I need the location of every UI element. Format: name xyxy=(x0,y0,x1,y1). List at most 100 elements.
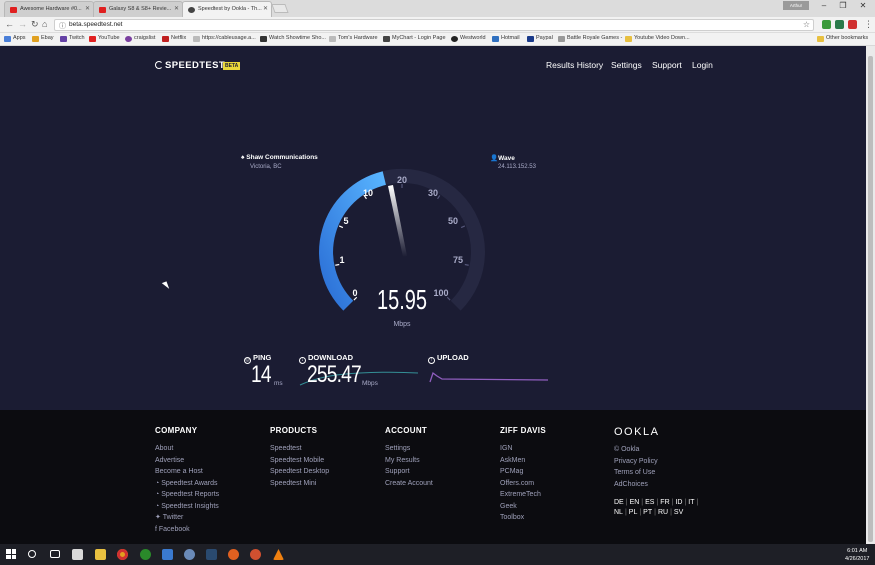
footer-link[interactable]: Speedtest Desktop xyxy=(270,466,329,478)
search-icon[interactable] xyxy=(28,550,36,558)
bookmark-paypal[interactable]: Paypal xyxy=(527,35,553,42)
chrome-icon[interactable] xyxy=(117,549,128,560)
bookmark-netflix[interactable]: Netflix xyxy=(162,35,186,42)
footer-link-adchoices[interactable]: AdChoices xyxy=(614,479,700,491)
other-bookmarks[interactable]: Other bookmarks xyxy=(817,35,868,42)
taskbar-clock[interactable]: 6:01 AM 4/26/2017 xyxy=(845,547,869,563)
home-icon[interactable]: ⌂ xyxy=(42,19,47,29)
footer-link[interactable]: Create Account xyxy=(385,478,433,490)
close-tab-icon[interactable]: ✕ xyxy=(263,5,268,12)
folder-icon[interactable] xyxy=(95,549,106,560)
lang-en[interactable]: EN xyxy=(630,499,640,506)
footer-link[interactable]: Speedtest Mobile xyxy=(270,455,329,467)
clock-time: 6:01 AM xyxy=(847,548,868,554)
minimize-icon[interactable]: – xyxy=(815,1,833,10)
lang-nl[interactable]: NL xyxy=(614,509,623,516)
gauge-tick-label: 30 xyxy=(428,188,438,198)
footer-link-advertise[interactable]: Advertise xyxy=(155,455,219,467)
bookmark-star-icon[interactable]: ☆ xyxy=(803,20,810,29)
footer-link-reports[interactable]: ◔ Speedtest Reports xyxy=(155,489,219,501)
menu-dots-icon[interactable]: ⋮ xyxy=(864,19,873,30)
footer-link-become-host[interactable]: Become a Host xyxy=(155,466,219,478)
footer-link-about[interactable]: About xyxy=(155,443,219,455)
bookmark-battle-royale[interactable]: Battle Royale Games - xyxy=(558,35,622,42)
info-icon[interactable]: ⓘ xyxy=(59,21,66,31)
task-view-icon[interactable] xyxy=(50,550,60,558)
lang-sv[interactable]: SV xyxy=(674,509,683,516)
maximize-icon[interactable]: ❐ xyxy=(834,1,852,10)
westworld-icon xyxy=(451,36,458,42)
lang-fr[interactable]: FR xyxy=(660,499,669,506)
download-value: 255.47 xyxy=(307,361,362,388)
page-scrollbar[interactable] xyxy=(866,46,875,544)
footer-link[interactable]: IGN xyxy=(500,443,546,455)
gauge-tick-mark xyxy=(464,263,469,266)
extension-icon[interactable] xyxy=(835,20,844,29)
gauge-tick-label: 50 xyxy=(448,216,458,226)
footer-link[interactable]: My Results xyxy=(385,455,433,467)
reload-icon[interactable]: ↻ xyxy=(31,19,39,30)
footer-link-awards[interactable]: ◔ Speedtest Awards xyxy=(155,478,219,490)
bookmark-youtube-downloader[interactable]: Youtube Video Down... xyxy=(625,35,690,42)
bookmark-hotmail[interactable]: Hotmail xyxy=(492,35,520,42)
footer-link[interactable]: Settings xyxy=(385,443,433,455)
footer-link-facebook[interactable]: f Facebook xyxy=(155,524,219,536)
footer-link[interactable]: AskMen xyxy=(500,455,546,467)
extension-icon[interactable] xyxy=(822,20,831,29)
new-tab-button[interactable] xyxy=(271,4,289,13)
bookmark-youtube[interactable]: YouTube xyxy=(89,35,120,42)
footer-link-insights[interactable]: ◔ Speedtest Insights xyxy=(155,501,219,513)
close-tab-icon[interactable]: ✕ xyxy=(85,5,90,12)
bookmark-craigslist[interactable]: craigslist xyxy=(125,35,155,42)
forward-arrow-icon[interactable]: → xyxy=(18,19,27,29)
bookmark-showtime[interactable]: Watch Showtime Sho... xyxy=(260,35,326,42)
bookmark-toms-hardware[interactable]: Tom's Hardware xyxy=(329,35,378,42)
back-arrow-icon[interactable]: ← xyxy=(5,19,14,29)
lang-ru[interactable]: RU xyxy=(658,509,668,516)
footer-link[interactable]: ExtremeTech xyxy=(500,489,546,501)
bookmark-cableusage[interactable]: https://cableusage.a... xyxy=(193,35,256,42)
url-input[interactable]: ⓘ beta.speedtest.net ☆ xyxy=(54,19,814,31)
language-row: NL | PL | PT | RU | SV xyxy=(614,509,684,516)
xbox-icon[interactable] xyxy=(140,549,151,560)
windows-start-icon[interactable] xyxy=(6,549,16,559)
browser-tab-3[interactable]: Speedtest by Ookla - Th... ✕ xyxy=(182,1,272,17)
footer-link[interactable]: PCMag xyxy=(500,466,546,478)
vlc-icon[interactable] xyxy=(273,549,284,560)
bookmark-twitch[interactable]: Twitch xyxy=(60,35,85,42)
bookmark-ebay[interactable]: Ebay xyxy=(32,35,54,42)
profile-badge[interactable]: Arthur xyxy=(783,1,809,10)
browser-tab-2[interactable]: Galaxy S8 & S8+ Revie... ✕ xyxy=(93,1,183,17)
lang-de[interactable]: DE xyxy=(614,499,624,506)
steam-icon[interactable] xyxy=(206,549,217,560)
footer-link-twitter[interactable]: ✦ Twitter xyxy=(155,512,219,524)
footer-link-privacy[interactable]: Privacy Policy xyxy=(614,456,700,468)
file-explorer-icon[interactable] xyxy=(72,549,83,560)
extension-icon[interactable] xyxy=(848,20,857,29)
ookla-logo[interactable]: OOKLA xyxy=(614,426,700,438)
download-unit: Mbps xyxy=(362,380,378,387)
footer-link-terms[interactable]: Terms of Use xyxy=(614,467,700,479)
lang-it[interactable]: IT xyxy=(688,499,694,506)
footer-link[interactable]: Offers.com xyxy=(500,478,546,490)
origin-icon[interactable] xyxy=(228,549,239,560)
footer-link[interactable]: Speedtest xyxy=(270,443,329,455)
app-icon[interactable] xyxy=(184,549,195,560)
footer-heading: PRODUCTS xyxy=(270,426,318,435)
gauge-fill xyxy=(319,171,387,311)
lang-pt[interactable]: PT xyxy=(643,509,652,516)
scrollbar-thumb[interactable] xyxy=(868,56,873,542)
paypal-icon xyxy=(527,36,534,42)
bookmark-westworld[interactable]: Westworld xyxy=(451,35,486,42)
bookmark-mychart[interactable]: MyChart - Login Page xyxy=(383,35,446,42)
browser-tab-1[interactable]: Awesome Hardware #0... ✕ xyxy=(4,1,94,17)
store-icon[interactable] xyxy=(162,549,173,560)
close-window-icon[interactable]: ✕ xyxy=(854,1,872,10)
footer-link[interactable]: Geek xyxy=(500,501,546,513)
close-tab-icon[interactable]: ✕ xyxy=(174,5,179,12)
footer-link[interactable]: Toolbox xyxy=(500,512,546,524)
bookmark-apps[interactable]: Apps xyxy=(4,35,26,42)
app-icon[interactable] xyxy=(250,549,261,560)
footer-link[interactable]: Speedtest Mini xyxy=(270,478,329,490)
footer-link[interactable]: Support xyxy=(385,466,433,478)
